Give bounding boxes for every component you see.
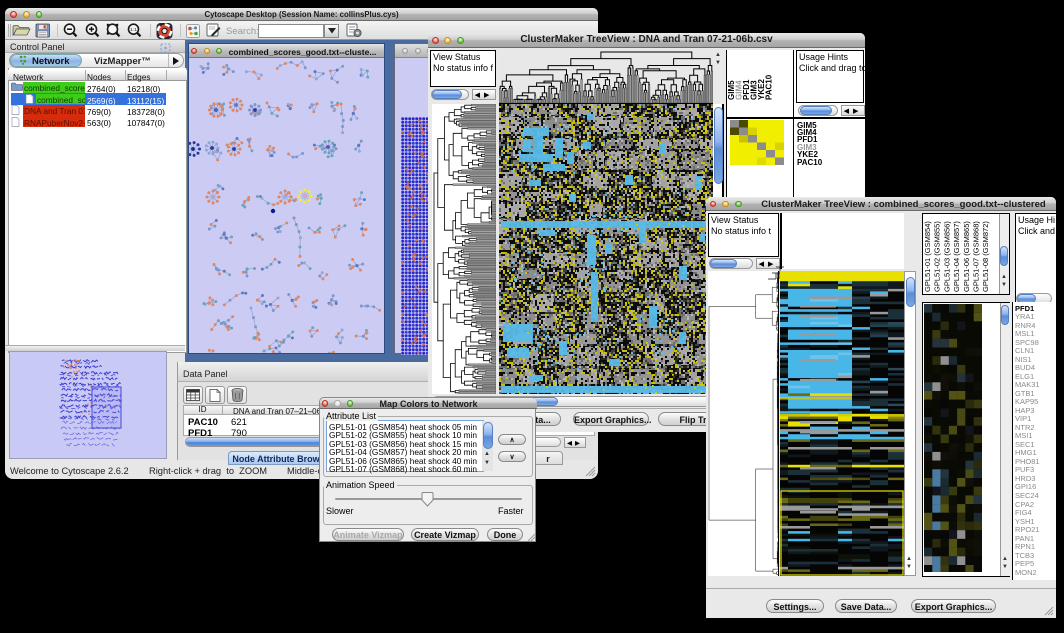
- svg-text:1:1: 1:1: [130, 27, 137, 33]
